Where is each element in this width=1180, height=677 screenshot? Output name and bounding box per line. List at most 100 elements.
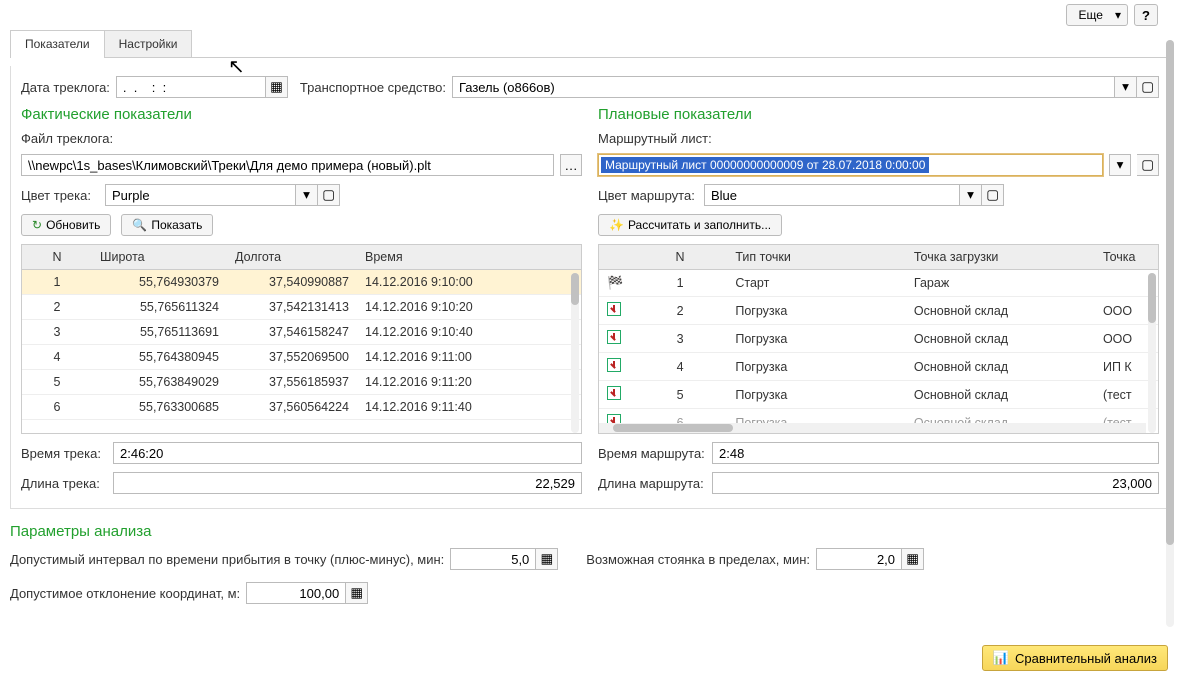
track-color-dropdown[interactable]: ▾ (296, 184, 318, 206)
cell-load: Основной склад (906, 381, 1095, 409)
refresh-button[interactable]: ↻ Обновить (21, 214, 111, 236)
calc-label: Рассчитать и заполнить... (628, 218, 771, 232)
actual-table-scroll[interactable] (571, 273, 581, 433)
track-date-input[interactable] (116, 76, 266, 98)
route-sheet-open[interactable]: ▢ (1137, 154, 1159, 176)
col-type[interactable]: Тип точки (727, 245, 906, 270)
col-icon[interactable] (599, 245, 633, 270)
route-len-value[interactable] (712, 472, 1159, 494)
actual-title: Фактические показатели (21, 106, 582, 123)
track-date-input-group: ▦ (116, 76, 288, 98)
plan-table-vscroll[interactable] (1148, 273, 1158, 433)
cell-lat: 55,763300685 (92, 395, 227, 420)
route-time-value[interactable] (712, 442, 1159, 464)
route-color-open[interactable]: ▢ (982, 184, 1004, 206)
vehicle-label: Транспортное средство: (300, 80, 446, 95)
show-button[interactable]: 🔍 Показать (121, 214, 213, 236)
cell-lon: 37,540990887 (227, 270, 357, 295)
page-scrollbar[interactable] (1166, 40, 1176, 627)
track-time-value[interactable] (113, 442, 582, 464)
col-lat[interactable]: Широта (92, 245, 227, 270)
table-row[interactable]: 555,76384902937,55618593714.12.2016 9:11… (22, 370, 581, 395)
plan-title: Плановые показатели (598, 106, 1159, 123)
route-sheet-dropdown[interactable]: ▾ (1109, 154, 1131, 176)
parking-input[interactable] (816, 548, 902, 570)
track-color-open[interactable]: ▢ (318, 184, 340, 206)
cell-type: Погрузка (727, 353, 906, 381)
more-button[interactable]: Еще ▾ (1066, 4, 1128, 26)
col-time[interactable]: Время (357, 245, 581, 270)
cell-icon (599, 381, 633, 409)
col-dest[interactable]: Точка (1095, 245, 1158, 270)
interval-label: Допустимый интервал по времени прибытия … (10, 552, 444, 567)
more-label: Еще (1079, 8, 1103, 22)
cell-n: 3 (633, 325, 728, 353)
plan-table-hscroll[interactable] (599, 423, 1146, 433)
tab-indicators[interactable]: Показатели (10, 30, 105, 57)
parking-spinner[interactable]: ▦ (902, 548, 924, 570)
route-color-dropdown[interactable]: ▾ (960, 184, 982, 206)
cell-time: 14.12.2016 9:11:20 (357, 370, 581, 395)
table-row[interactable]: 🏁1СтартГараж (599, 270, 1158, 297)
refresh-icon: ↻ (32, 218, 42, 232)
interval-spinner[interactable]: ▦ (536, 548, 558, 570)
params-title: Параметры анализа (10, 523, 1170, 540)
vehicle-open-button[interactable]: ▢ (1137, 76, 1159, 98)
col-lon[interactable]: Долгота (227, 245, 357, 270)
coord-label: Допустимое отклонение координат, м: (10, 586, 240, 601)
track-color-input[interactable] (105, 184, 296, 206)
show-label: Показать (151, 218, 202, 232)
track-len-value[interactable] (113, 472, 582, 494)
table-row[interactable]: 255,76561132437,54213141314.12.2016 9:10… (22, 295, 581, 320)
cell-n: 5 (633, 381, 728, 409)
load-icon (607, 302, 621, 316)
calc-button[interactable]: ✨ Рассчитать и заполнить... (598, 214, 782, 236)
tab-settings-label: Настройки (119, 37, 178, 51)
cell-time: 14.12.2016 9:10:40 (357, 320, 581, 345)
help-button[interactable]: ? (1134, 4, 1158, 26)
file-browse-button[interactable]: … (560, 154, 582, 176)
tabs: Показатели Настройки (10, 30, 1170, 58)
route-color-input[interactable] (704, 184, 960, 206)
file-input[interactable] (21, 154, 554, 176)
table-row[interactable]: 155,76493037937,54099088714.12.2016 9:10… (22, 270, 581, 295)
vehicle-input[interactable] (452, 76, 1115, 98)
interval-input[interactable] (450, 548, 536, 570)
table-row[interactable]: 4ПогрузкаОсновной складИП К (599, 353, 1158, 381)
open-icon: ▢ (1141, 79, 1154, 95)
coord-spinner[interactable]: ▦ (346, 582, 368, 604)
start-flag-icon: 🏁 (607, 275, 623, 290)
table-row[interactable]: 355,76511369137,54615824714.12.2016 9:10… (22, 320, 581, 345)
cell-lon: 37,542131413 (227, 295, 357, 320)
cell-lat: 55,765113691 (92, 320, 227, 345)
open-icon: ▢ (322, 187, 335, 203)
chevron-down-icon: ▾ (1115, 8, 1121, 22)
file-label: Файл треклога: (21, 131, 113, 146)
vehicle-dropdown-button[interactable]: ▾ (1115, 76, 1137, 98)
route-time-label: Время маршрута: (598, 446, 706, 461)
track-date-label: Дата треклога: (21, 80, 110, 95)
table-row[interactable]: 455,76438094537,55206950014.12.2016 9:11… (22, 345, 581, 370)
table-row[interactable]: 2ПогрузкаОсновной складООО (599, 297, 1158, 325)
tab-settings[interactable]: Настройки (104, 30, 193, 57)
compare-button[interactable]: 📊 Сравнительный анализ (982, 645, 1168, 671)
table-row[interactable]: 5ПогрузкаОсновной склад(тест (599, 381, 1158, 409)
col-load[interactable]: Точка загрузки (906, 245, 1095, 270)
cell-icon: 🏁 (599, 270, 633, 297)
col-n2[interactable]: N (633, 245, 728, 270)
table-row[interactable]: 655,76330068537,56056422414.12.2016 9:11… (22, 395, 581, 420)
parking-label: Возможная стоянка в пределах, мин: (586, 552, 810, 567)
table-row[interactable]: 3ПогрузкаОсновной складООО (599, 325, 1158, 353)
compare-label: Сравнительный анализ (1015, 651, 1157, 666)
cell-lat: 55,765611324 (92, 295, 227, 320)
cell-lon: 37,556185937 (227, 370, 357, 395)
cell-type: Погрузка (727, 325, 906, 353)
chevron-down-icon: ▾ (303, 187, 310, 203)
coord-input[interactable] (246, 582, 346, 604)
cell-n: 3 (22, 320, 92, 345)
cell-n: 2 (633, 297, 728, 325)
col-n[interactable]: N (22, 245, 92, 270)
track-color-label: Цвет трека: (21, 188, 99, 203)
calendar-button[interactable]: ▦ (266, 76, 288, 98)
route-sheet-input[interactable]: Маршрутный лист 00000000000009 от 28.07.… (598, 154, 1103, 176)
